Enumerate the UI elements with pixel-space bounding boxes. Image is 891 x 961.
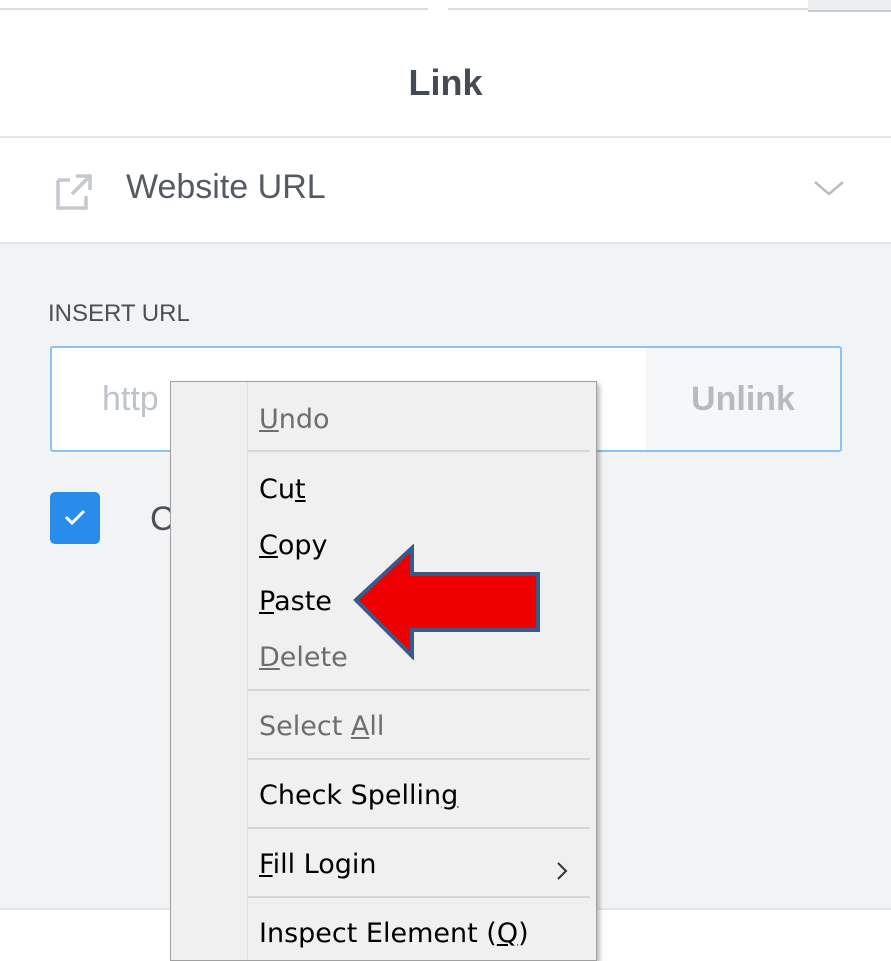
menu-item-delete[interactable]: Delete	[259, 642, 348, 673]
menu-item-fill-login[interactable]: Fill Login	[259, 849, 377, 880]
menu-item-label: Check Spellin	[259, 780, 442, 811]
menu-separator	[248, 896, 590, 898]
accel-key: A	[350, 711, 370, 742]
accel-key: P	[259, 586, 275, 617]
check-icon	[64, 509, 86, 526]
open-new-tab-checkbox[interactable]	[50, 492, 100, 544]
accel-key: g	[441, 780, 459, 811]
dialog-title: Link	[408, 62, 483, 103]
context-menu: Undo Cut Copy Paste Delete Select All Ch…	[170, 381, 597, 961]
menu-item-select-all[interactable]: Select All	[259, 711, 384, 742]
menu-item-check-spelling[interactable]: Check Spelling	[259, 780, 458, 811]
menu-separator	[248, 689, 590, 691]
chevron-right-icon	[557, 862, 568, 880]
accel-key: C	[259, 530, 278, 561]
menu-item-label: ndo	[278, 404, 330, 435]
chevron-down-icon	[814, 181, 844, 196]
dialog-header: Link	[0, 12, 891, 138]
accel-key: D	[259, 642, 280, 673]
menu-separator	[248, 827, 590, 829]
accel-key: F	[259, 849, 273, 880]
link-type-label: Website URL	[126, 168, 326, 206]
menu-separator	[248, 758, 590, 760]
menu-item-cut[interactable]: Cut	[259, 474, 306, 505]
menu-item-label: Select	[259, 711, 351, 742]
menu-item-label: elete	[279, 642, 348, 673]
divider	[448, 8, 808, 10]
menu-item-label: ill Login	[272, 849, 377, 880]
checkbox-label: C	[150, 500, 172, 538]
accel-key: t	[294, 474, 306, 505]
link-type-dropdown[interactable]: Website URL	[0, 138, 891, 244]
menu-item-label: Cu	[259, 474, 295, 505]
red-arrow-annotation	[353, 544, 540, 660]
menu-item-copy[interactable]: Copy	[259, 530, 328, 561]
menu-separator	[248, 450, 590, 452]
menu-item-label: aste	[274, 586, 332, 617]
menu-item-paste[interactable]: Paste	[259, 586, 332, 617]
accel-key: U	[259, 404, 279, 435]
unlink-button[interactable]: Unlink	[646, 348, 840, 450]
external-link-icon	[56, 174, 92, 210]
menu-item-undo[interactable]: Undo	[259, 404, 330, 435]
menu-item-label: ll	[369, 711, 385, 742]
menu-gutter	[247, 382, 248, 960]
accel-key: Q	[496, 918, 519, 949]
insert-url-label: INSERT URL	[48, 300, 190, 327]
menu-item-label: opy	[277, 530, 328, 561]
divider	[0, 8, 428, 10]
top-strip	[0, 0, 891, 12]
menu-item-label: )	[518, 918, 529, 949]
divider	[808, 0, 891, 12]
menu-item-label: Inspect Element (	[259, 918, 497, 949]
menu-item-inspect-element[interactable]: Inspect Element (Q)	[259, 918, 529, 949]
